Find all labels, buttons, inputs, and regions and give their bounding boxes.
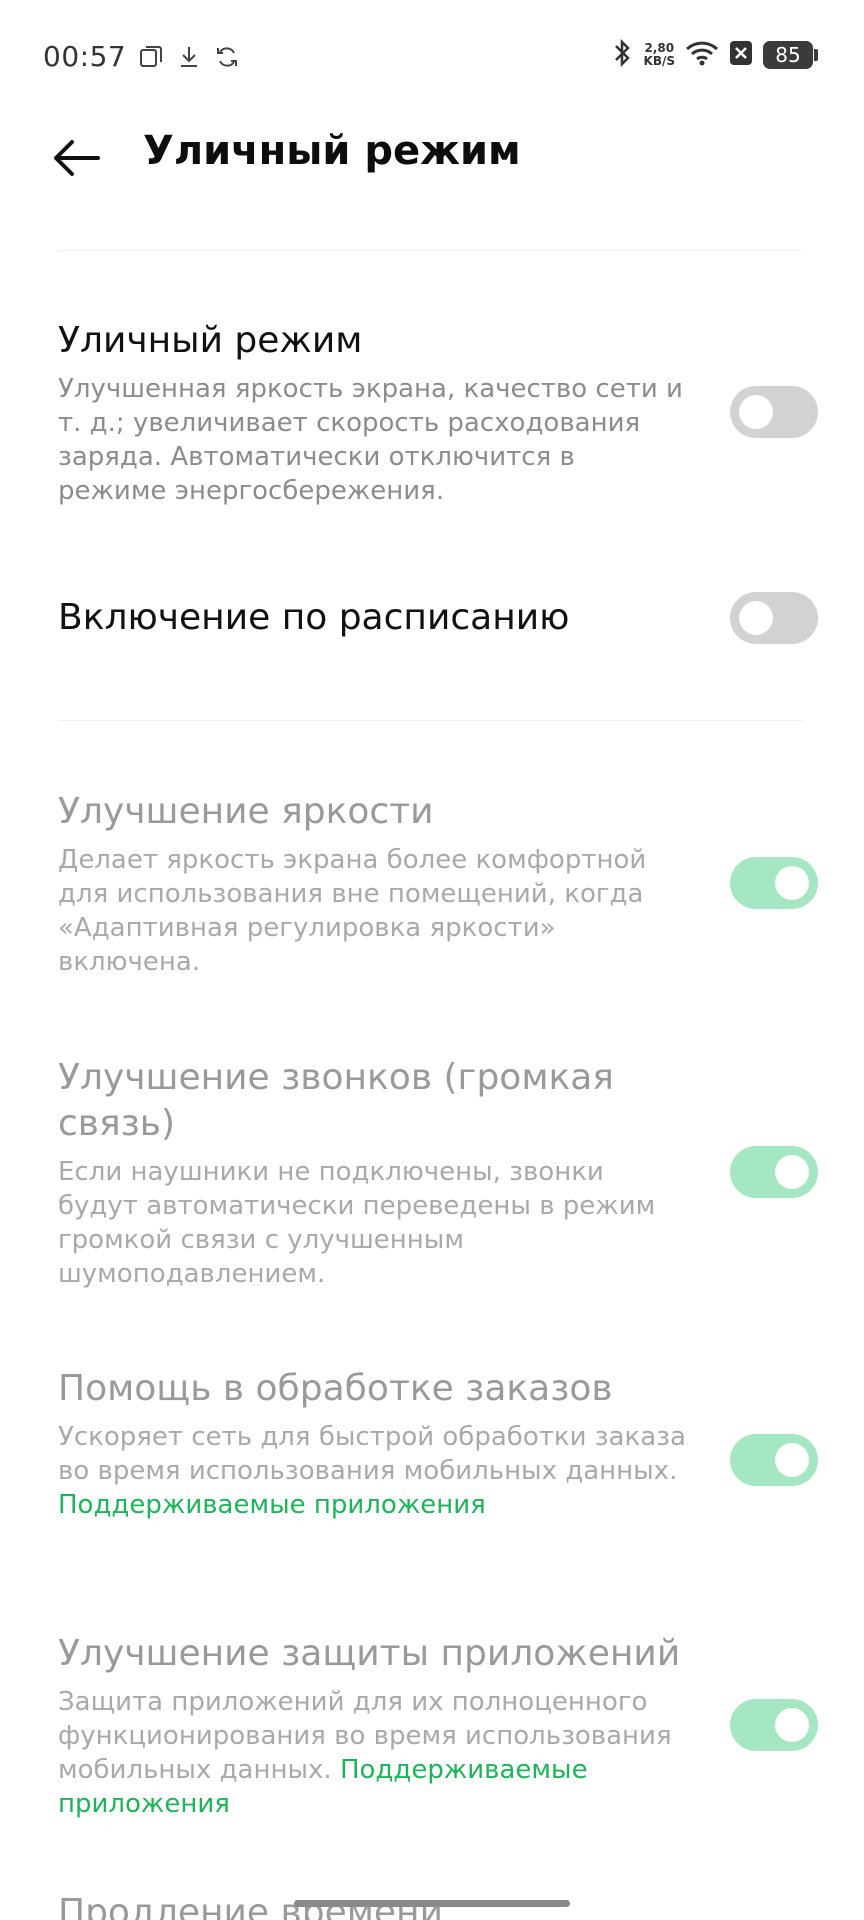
setting-text: Улучшение защиты приложений Защита прило… bbox=[58, 1631, 688, 1821]
setting-schedule[interactable]: Включение по расписанию bbox=[58, 592, 818, 644]
sim-blocked-icon bbox=[729, 40, 753, 70]
call-boost-toggle[interactable] bbox=[730, 1146, 818, 1198]
status-left: 00:57 bbox=[43, 40, 240, 73]
setting-description: Улучшенная яркость экрана, качество сети… bbox=[58, 374, 683, 506]
brightness-boost-toggle[interactable] bbox=[730, 857, 818, 909]
header: Уличный режим bbox=[0, 112, 864, 202]
back-arrow-icon bbox=[54, 140, 100, 176]
speed-unit: KB/S bbox=[643, 54, 675, 68]
toggle-knob bbox=[775, 1443, 809, 1477]
order-assist-toggle[interactable] bbox=[730, 1434, 818, 1486]
setting-description: Ускоряет сеть для быстрой обработки зака… bbox=[58, 1420, 688, 1522]
app-protection-toggle[interactable] bbox=[730, 1699, 818, 1751]
toggle-knob bbox=[775, 866, 809, 900]
setting-description: Защита приложений для их полноценного фу… bbox=[58, 1685, 688, 1821]
status-right: 2,80 KB/S 85 bbox=[612, 38, 818, 72]
screen-record-icon bbox=[138, 44, 164, 70]
setting-street-mode[interactable]: Уличный режим Улучшенная яркость экрана,… bbox=[58, 318, 818, 508]
sync-icon bbox=[214, 44, 240, 70]
setting-title: Включение по расписанию bbox=[58, 597, 570, 638]
page-title: Уличный режим bbox=[143, 128, 521, 174]
toggle-knob bbox=[739, 395, 773, 429]
divider bbox=[58, 720, 804, 721]
toggle-knob bbox=[739, 601, 773, 635]
setting-text: Улучшение яркости Делает яркость экрана … bbox=[58, 789, 688, 979]
battery-icon: 85 bbox=[763, 41, 818, 69]
description-text: Ускоряет сеть для быстрой обработки зака… bbox=[58, 1422, 686, 1486]
setting-order-assist[interactable]: Помощь в обработке заказов Ускоряет сеть… bbox=[58, 1366, 818, 1522]
wifi-icon bbox=[685, 39, 719, 71]
setting-text: Улучшение звонков (громкая связь) Если н… bbox=[58, 1055, 688, 1291]
setting-title: Улучшение звонков (громкая связь) bbox=[58, 1057, 614, 1144]
street-mode-toggle[interactable] bbox=[730, 386, 818, 438]
setting-text: Помощь в обработке заказов Ускоряет сеть… bbox=[58, 1366, 688, 1522]
screen: 00:57 2,80 KB/S 85 Уличный режим Уличный… bbox=[0, 0, 864, 1920]
network-speed: 2,80 KB/S bbox=[644, 42, 675, 68]
setting-title: Помощь в обработке заказов bbox=[58, 1368, 613, 1409]
home-indicator[interactable] bbox=[294, 1900, 570, 1907]
setting-text: Включение по расписанию bbox=[58, 595, 688, 641]
back-button[interactable] bbox=[48, 130, 104, 186]
setting-description: Если наушники не подключены, звонки буду… bbox=[58, 1157, 656, 1289]
setting-title: Улучшение защиты приложений bbox=[58, 1633, 681, 1674]
bluetooth-icon bbox=[612, 38, 634, 72]
setting-brightness-boost[interactable]: Улучшение яркости Делает яркость экрана … bbox=[58, 789, 818, 979]
schedule-toggle[interactable] bbox=[730, 592, 818, 644]
setting-text: Уличный режим Улучшенная яркость экрана,… bbox=[58, 318, 688, 508]
supported-apps-link[interactable]: Поддерживаемые приложения bbox=[58, 1490, 486, 1520]
divider bbox=[58, 250, 804, 251]
setting-call-boost[interactable]: Улучшение звонков (громкая связь) Если н… bbox=[58, 1055, 818, 1291]
battery-level: 85 bbox=[763, 41, 813, 69]
setting-title: Уличный режим bbox=[58, 320, 363, 361]
download-icon bbox=[176, 44, 202, 70]
toggle-knob bbox=[775, 1155, 809, 1189]
clock: 00:57 bbox=[43, 40, 127, 73]
battery-tip bbox=[814, 49, 818, 61]
setting-app-protection[interactable]: Улучшение защиты приложений Защита прило… bbox=[58, 1631, 818, 1821]
setting-title: Улучшение яркости bbox=[58, 791, 434, 832]
toggle-knob bbox=[775, 1708, 809, 1742]
setting-description: Делает яркость экрана более комфортной д… bbox=[58, 845, 647, 977]
status-bar: 00:57 2,80 KB/S 85 bbox=[0, 0, 864, 110]
